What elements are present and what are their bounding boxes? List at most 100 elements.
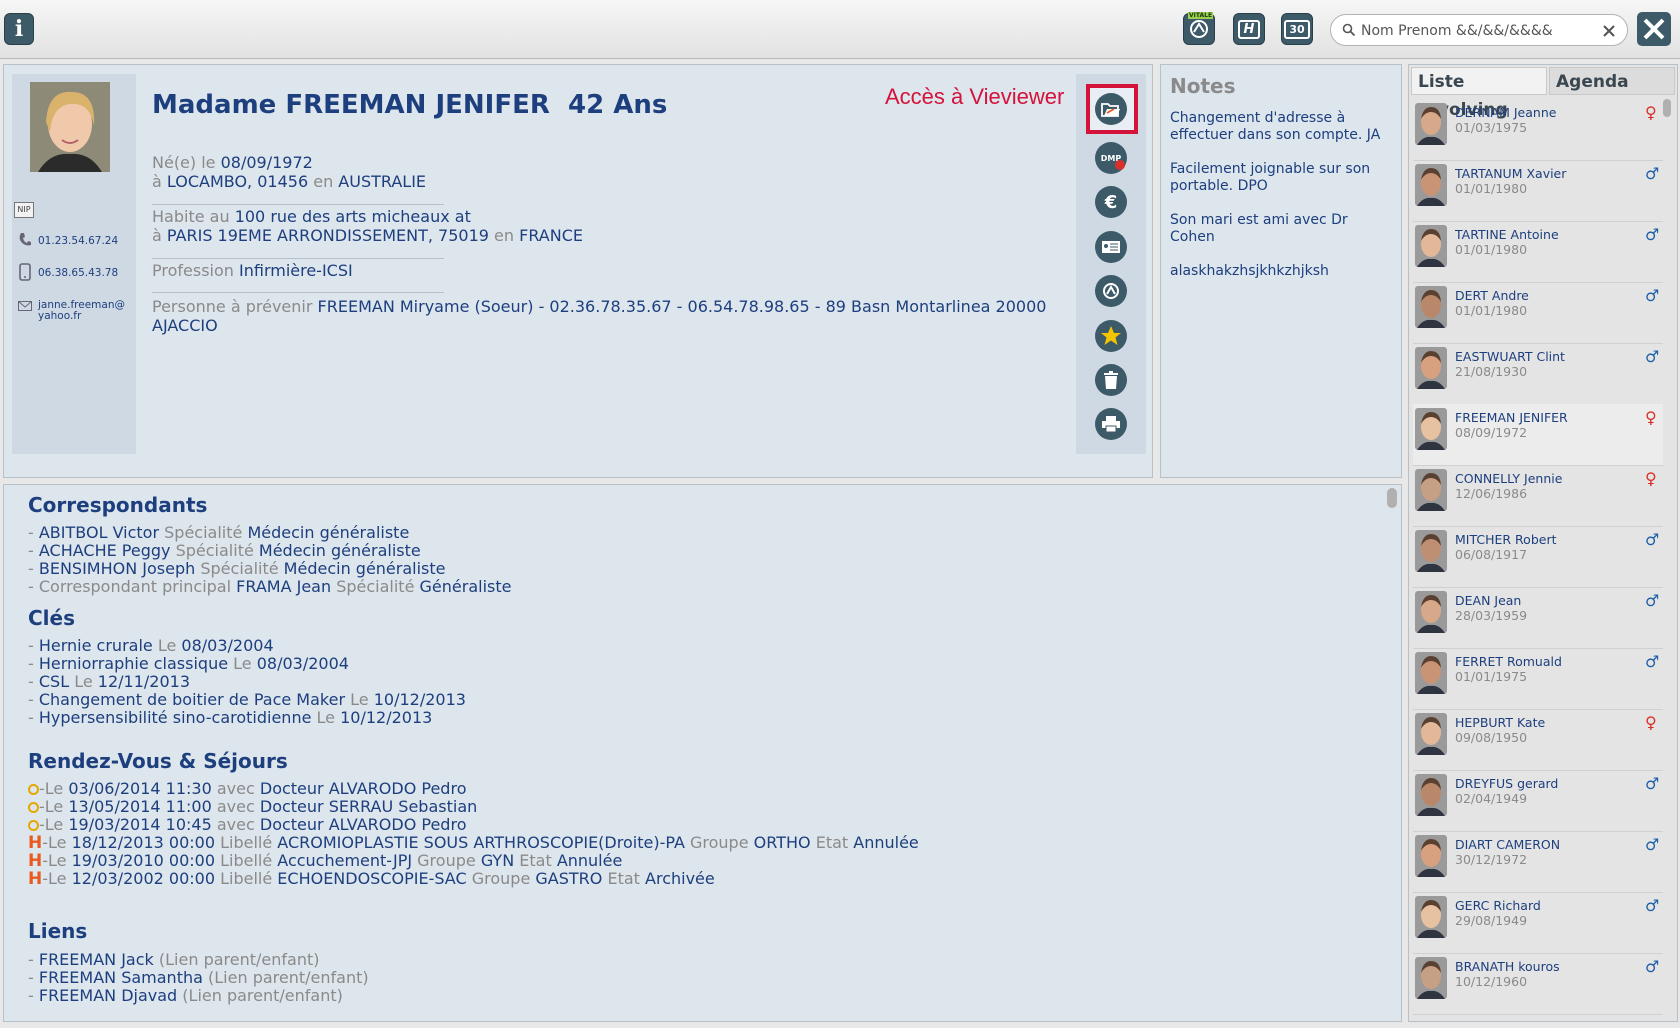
id-card-icon (1102, 241, 1120, 253)
date-prefix: Le (316, 708, 335, 727)
le-prefix: -Le (42, 869, 67, 888)
mobile-number[interactable]: 06.38.65.43.78 (38, 267, 118, 279)
male-icon: ♂ (1645, 591, 1660, 610)
patient-list-item[interactable]: FERRET Romuald 01/01/1975 ♂ (1413, 648, 1663, 710)
correspondant-row[interactable]: - BENSIMHON Joseph Spécialité Médecin gé… (28, 560, 511, 578)
hospital-label: H (1243, 21, 1255, 37)
patient-list-item[interactable]: BRANATH kouros 10/12/1960 ♂ (1413, 953, 1663, 1015)
lien-row[interactable]: - FREEMAN Djavad (Lien parent/enfant) (28, 987, 369, 1005)
id-card-button[interactable] (1095, 231, 1127, 263)
birth-prefix: Né(e) le (152, 153, 216, 172)
patient-list-item[interactable]: FREEMAN JENIFER 08/09/1972 ♀ (1413, 404, 1663, 466)
lien-row[interactable]: - FREEMAN Samantha (Lien parent/enfant) (28, 969, 369, 987)
patient-list-dob: 09/08/1950 (1455, 730, 1528, 745)
stay-row[interactable]: H-Le 18/12/2013 00:00 Libellé ACROMIOPLA… (28, 833, 919, 853)
groupe-label: Groupe (417, 851, 476, 870)
appointment-row[interactable]: -Le 13/05/2014 11:00 avec Docteur SERRAU… (28, 798, 919, 816)
note-item[interactable]: Facilement joignable sur son portable. D… (1170, 161, 1392, 195)
calendar-button[interactable]: 30 (1281, 13, 1313, 45)
cle-row[interactable]: - Herniorraphie classique Le 08/03/2004 (28, 655, 466, 673)
cle-row[interactable]: - CSL Le 12/11/2013 (28, 673, 466, 691)
patient-avatar (1415, 286, 1447, 328)
patient-list-item[interactable]: DIART CAMERON 30/12/1972 ♂ (1413, 831, 1663, 893)
stay-datetime: 12/03/2002 00:00 (71, 869, 215, 888)
libelle-label: Libellé (220, 869, 273, 888)
patient-list-name: DERT Andre (1455, 288, 1529, 303)
print-button[interactable] (1095, 408, 1127, 440)
calendar-label: 30 (1289, 22, 1305, 36)
dmp-button[interactable]: DMP (1095, 142, 1127, 174)
male-icon: ♂ (1645, 286, 1660, 305)
tab-agenda[interactable]: Agenda (1549, 67, 1675, 95)
stay-etat: Archivée (645, 869, 715, 888)
patient-list-item[interactable]: DREYFUS gerard 02/04/1949 ♂ (1413, 770, 1663, 832)
stay-row[interactable]: H-Le 19/03/2010 00:00 Libellé Accuchemen… (28, 851, 919, 871)
phone-number[interactable]: 01.23.54.67.24 (38, 235, 118, 247)
patient-list-dob: 01/03/1975 (1455, 120, 1528, 135)
patient-list-item[interactable]: DEAN Jean 28/03/1959 ♂ (1413, 587, 1663, 649)
lien-relation: (Lien parent/enfant) (208, 968, 369, 987)
lien-row[interactable]: - FREEMAN Jack (Lien parent/enfant) (28, 951, 369, 969)
divider (152, 204, 444, 205)
specialty: Médecin généraliste (283, 559, 446, 578)
stay-groupe: GYN (480, 851, 515, 870)
hospital-stay-icon: H (28, 851, 43, 871)
info-icon[interactable]: i (4, 13, 34, 45)
vitale-card-button[interactable]: VITALE (1183, 12, 1215, 45)
hospital-stay-icon: H (28, 869, 43, 889)
note-item[interactable]: Changement d'adresse à effectuer dans so… (1170, 110, 1392, 144)
email-address[interactable]: janne.freeman@yahoo.fr (38, 300, 128, 322)
liens-list: - FREEMAN Jack (Lien parent/enfant) - FR… (28, 951, 369, 1005)
open-folder-button[interactable] (1095, 93, 1127, 125)
cle-row[interactable]: - Hypersensibilité sino-carotidienne Le … (28, 709, 466, 727)
patient-list-item[interactable]: HEPBURT Kate 09/08/1950 ♀ (1413, 709, 1663, 771)
date-prefix: Le (350, 690, 369, 709)
note-item[interactable]: alaskhakzhsjkhkzhjksh (1170, 263, 1392, 280)
cle-row[interactable]: - Changement de boitier de Pace Maker Le… (28, 691, 466, 709)
delete-button[interactable] (1095, 364, 1127, 396)
billing-button[interactable]: € (1095, 186, 1127, 218)
appointment-row[interactable]: -Le 19/03/2014 10:45 avec Docteur ALVARO… (28, 816, 919, 834)
nip-badge[interactable]: NIP (14, 202, 34, 218)
patient-list-item[interactable]: EASTWUART Clint 21/08/1930 ♂ (1413, 343, 1663, 405)
principal-correspondant-row[interactable]: - Correspondant principal FRAMA Jean Spé… (28, 578, 511, 596)
note-item[interactable]: Son mari est ami avec Dr Cohen (1170, 212, 1392, 246)
patient-list-item[interactable]: CONNELLY Jennie 12/06/1986 ♀ (1413, 465, 1663, 527)
patient-avatar (1415, 957, 1447, 999)
etat-label: Etat (519, 851, 552, 870)
cle-date: 12/11/2013 (97, 672, 190, 691)
folder-open-icon (1101, 103, 1120, 117)
cle-date: 08/03/2004 (256, 654, 349, 673)
libelle-label: Libellé (220, 833, 273, 852)
patient-list-item[interactable]: TARTINE Antoine 01/01/1980 ♂ (1413, 221, 1663, 283)
vitale-read-button[interactable] (1095, 275, 1127, 307)
appointment-row[interactable]: -Le 03/06/2014 11:30 avec Docteur ALVARO… (28, 780, 919, 798)
hospital-button[interactable]: H (1233, 13, 1265, 45)
patient-list-item[interactable]: DERNAM Jeanne 01/03/1975 ♀ (1413, 99, 1663, 161)
correspondant-row[interactable]: - ABITBOL Victor Spécialité Médecin géné… (28, 524, 511, 542)
search-input[interactable] (1359, 20, 1593, 42)
birth-date: 08/09/1972 (220, 153, 313, 172)
details-scrollbar[interactable] (1387, 488, 1397, 508)
cle-row[interactable]: - Hernie crurale Le 08/03/2004 (28, 637, 466, 655)
patient-list-item[interactable]: MITCHER Robert 06/08/1917 ♂ (1413, 526, 1663, 588)
favorite-button[interactable] (1095, 320, 1127, 352)
divider (152, 258, 444, 259)
search-box[interactable] (1330, 14, 1628, 46)
patient-contact-column: NIP 01.23.54.67.24 06.38.65.43.78 janne.… (12, 74, 136, 454)
cle-date: 10/12/2013 (373, 690, 466, 709)
close-window-button[interactable] (1637, 12, 1671, 46)
female-icon: ♀ (1645, 713, 1657, 732)
tab-liste-revolving[interactable]: Liste revolving (1411, 67, 1547, 120)
clear-search-icon[interactable] (1603, 25, 1615, 37)
correspondant-row[interactable]: - ACHACHE Peggy Spécialité Médecin génér… (28, 542, 511, 560)
etat-label: Etat (607, 869, 640, 888)
female-icon: ♀ (1645, 408, 1657, 427)
vieviewer-annotation: Accès à Vieviewer (885, 84, 1065, 109)
stay-row[interactable]: H-Le 12/03/2002 00:00 Libellé ECHOENDOSC… (28, 869, 919, 889)
patient-list-item[interactable]: DERT Andre 01/01/1980 ♂ (1413, 282, 1663, 344)
patient-list-item[interactable]: TARTANUM Xavier 01/01/1980 ♂ (1413, 160, 1663, 222)
notes-panel: Notes Changement d'adresse à effectuer d… (1160, 64, 1402, 478)
le-prefix: -Le (39, 797, 64, 816)
patient-list-item[interactable]: GERC Richard 29/08/1949 ♂ (1413, 892, 1663, 954)
